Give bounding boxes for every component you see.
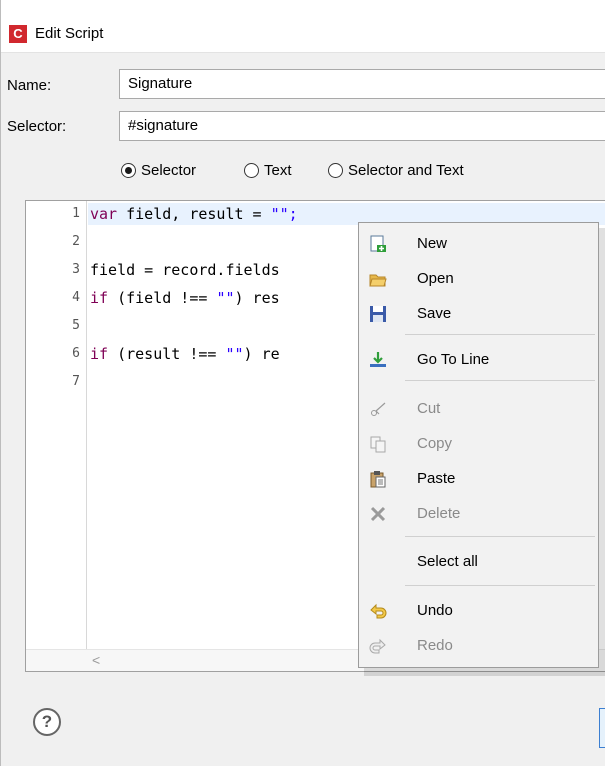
string-token: "";: [270, 205, 298, 223]
menu-item-new[interactable]: New: [359, 227, 598, 261]
string-token: "": [225, 345, 244, 363]
menu-item-cut[interactable]: Cut: [359, 392, 598, 426]
menu-item-label: Save: [417, 305, 452, 322]
menu-separator: [405, 536, 595, 537]
menu-item-label: New: [417, 235, 448, 252]
menu-item-label: Undo: [417, 602, 453, 619]
copy-icon: [370, 436, 386, 453]
radio-selector-and-text[interactable]: Selector and Text: [328, 162, 464, 179]
go-to-line-icon: [370, 352, 386, 367]
line-number: 6: [72, 346, 80, 361]
menu-separator: [405, 334, 595, 335]
menu-item-label: Copy: [417, 435, 453, 452]
keyword-token: var: [90, 205, 118, 223]
keyword-token: if: [90, 289, 109, 307]
default-button-edge[interactable]: [599, 708, 605, 748]
code-token: field, result =: [117, 205, 271, 223]
name-input[interactable]: Signature: [119, 69, 605, 99]
title-bar[interactable]: C Edit Script: [1, 16, 605, 53]
context-menu: New Open Save Go To Line Cut Copy Paste: [358, 222, 599, 668]
radio-selector-and-text-label: Selector and Text: [348, 162, 464, 179]
radio-text-label: Text: [264, 162, 292, 179]
menu-item-select-all[interactable]: Select all: [359, 545, 598, 579]
scroll-left-arrow-icon[interactable]: <: [92, 652, 100, 668]
top-strip: [1, 0, 605, 16]
line-number: 7: [72, 374, 80, 389]
line-number: 5: [72, 318, 80, 333]
open-folder-icon: [369, 274, 387, 287]
menu-item-copy[interactable]: Copy: [359, 427, 598, 461]
menu-item-label: Select all: [417, 553, 478, 570]
menu-item-label: Open: [417, 270, 454, 287]
undo-arrow-icon: [370, 603, 387, 619]
line-number: 3: [72, 262, 80, 277]
radio-selector-indicator: [121, 163, 136, 178]
radio-text-indicator: [244, 163, 259, 178]
scissors-icon: [371, 402, 386, 416]
code-token: ) re: [243, 345, 280, 363]
app-logo-icon: C: [9, 25, 27, 43]
menu-item-label: Go To Line: [417, 351, 490, 368]
line-number-gutter: 1 2 3 4 5 6 7: [26, 201, 87, 649]
radio-selector-and-text-indicator: [328, 163, 343, 178]
radio-selector[interactable]: Selector: [121, 162, 196, 179]
menu-item-label: Redo: [417, 637, 453, 654]
code-line-1: var field, result = "";: [90, 205, 298, 223]
help-button[interactable]: ?: [33, 708, 61, 736]
menu-item-delete[interactable]: Delete: [359, 497, 598, 531]
new-file-icon: [370, 235, 386, 252]
menu-item-redo[interactable]: Redo: [359, 629, 598, 663]
code-line-4: if (field !== "") res: [90, 289, 280, 307]
line-number: 1: [72, 206, 80, 221]
menu-item-paste[interactable]: Paste: [359, 462, 598, 496]
menu-item-label: Cut: [417, 400, 441, 417]
floppy-disk-icon: [370, 306, 386, 322]
code-token: (result !==: [108, 345, 226, 363]
menu-separator: [405, 585, 595, 586]
menu-item-label: Paste: [417, 470, 456, 487]
edit-script-dialog: C Edit Script Name: Signature Selector: …: [0, 0, 605, 766]
menu-item-undo[interactable]: Undo: [359, 594, 598, 628]
window-title: Edit Script: [35, 25, 104, 42]
selector-input[interactable]: #signature: [119, 111, 605, 141]
line-number: 4: [72, 290, 80, 305]
keyword-token: if: [90, 345, 109, 363]
radio-selector-label: Selector: [141, 162, 197, 179]
string-token: "": [216, 289, 235, 307]
redo-arrow-icon: [369, 638, 386, 654]
delete-x-icon: [370, 506, 386, 522]
menu-separator: [405, 380, 595, 381]
selector-label: Selector:: [7, 118, 67, 135]
menu-item-save[interactable]: Save: [359, 297, 598, 331]
code-line-6: if (result !== "") re: [90, 345, 280, 363]
name-label: Name:: [7, 77, 52, 94]
radio-text[interactable]: Text: [244, 162, 292, 179]
menu-item-go-to-line[interactable]: Go To Line: [359, 343, 598, 377]
code-token: ) res: [234, 289, 280, 307]
code-line-3: field = record.fields: [90, 261, 280, 279]
menu-item-open[interactable]: Open: [359, 262, 598, 296]
code-token: (field !==: [108, 289, 217, 307]
menu-item-label: Delete: [417, 505, 461, 522]
clipboard-icon: [370, 471, 386, 488]
line-number: 2: [72, 234, 80, 249]
